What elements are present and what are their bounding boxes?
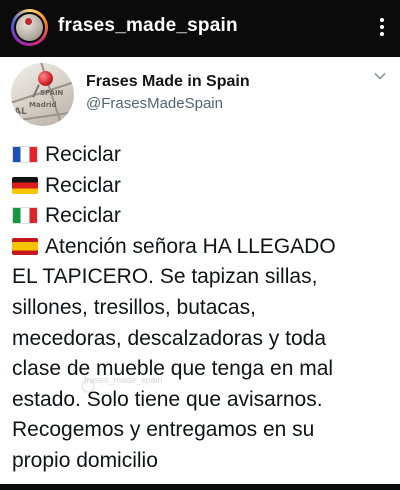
dot	[380, 18, 384, 22]
flag-italy-icon	[12, 207, 38, 225]
tweet-line-text: Reciclar	[45, 143, 121, 166]
tweet-line: sillones, tresillos, butacas,	[12, 295, 256, 319]
tweet-line: Reciclar	[12, 201, 392, 232]
dot	[380, 32, 384, 36]
flag-france-icon	[12, 146, 38, 163]
vertical-dots-icon[interactable]	[374, 14, 390, 40]
flag-germany-icon	[12, 176, 38, 194]
map-word: Madrid	[29, 101, 57, 109]
tweet-line-text: Reciclar	[45, 204, 121, 228]
profile-username[interactable]: frases_made_spain	[58, 15, 238, 37]
tweet-line: Reciclar	[12, 171, 392, 202]
map-word: SPAIN	[40, 89, 64, 97]
tweet-line: Reciclar	[12, 140, 392, 171]
tweet-line: clase de mueble que tenga en mal	[12, 357, 334, 381]
tweet-text: Reciclar Reciclar Reciclar Atención seño…	[12, 140, 392, 477]
map-word: AL	[14, 107, 27, 117]
tweet-line: propio domicilio	[12, 448, 158, 472]
tweet-line: Recogemos y entregamos en su	[12, 418, 315, 442]
author-avatar[interactable]: SPAIN Madrid AL	[11, 63, 74, 126]
instagram-header: frases_made_spain	[0, 0, 400, 57]
tweet-line-text: Atención señora HA LLEGADO	[45, 234, 336, 258]
author-handle[interactable]: @FrasesMadeSpain	[86, 95, 223, 112]
dot	[380, 25, 384, 29]
map-road	[18, 110, 74, 121]
map-pin-icon	[38, 71, 53, 86]
profile-avatar[interactable]	[11, 9, 48, 46]
tweet-card: SPAIN Madrid AL Frases Made in Spain @Fr…	[0, 57, 400, 484]
avatar-ring-gap	[14, 12, 45, 43]
chevron-down-icon[interactable]	[374, 72, 386, 80]
tweet-line: estado. Solo tiene que avisarnos.	[12, 387, 323, 411]
tweet-line: Atención señora HA LLEGADO	[12, 232, 392, 263]
map-pin-icon	[25, 18, 32, 25]
tweet-line: mecedoras, descalzadoras y toda	[12, 326, 327, 350]
tweet-line: EL TAPICERO. Se tapizan sillas,	[12, 265, 318, 289]
author-name[interactable]: Frases Made in Spain	[86, 73, 250, 91]
bottom-edge	[0, 484, 400, 490]
pin-needle	[32, 84, 40, 98]
tweet-line-text: Reciclar	[45, 173, 121, 197]
flag-spain-icon	[12, 237, 38, 255]
